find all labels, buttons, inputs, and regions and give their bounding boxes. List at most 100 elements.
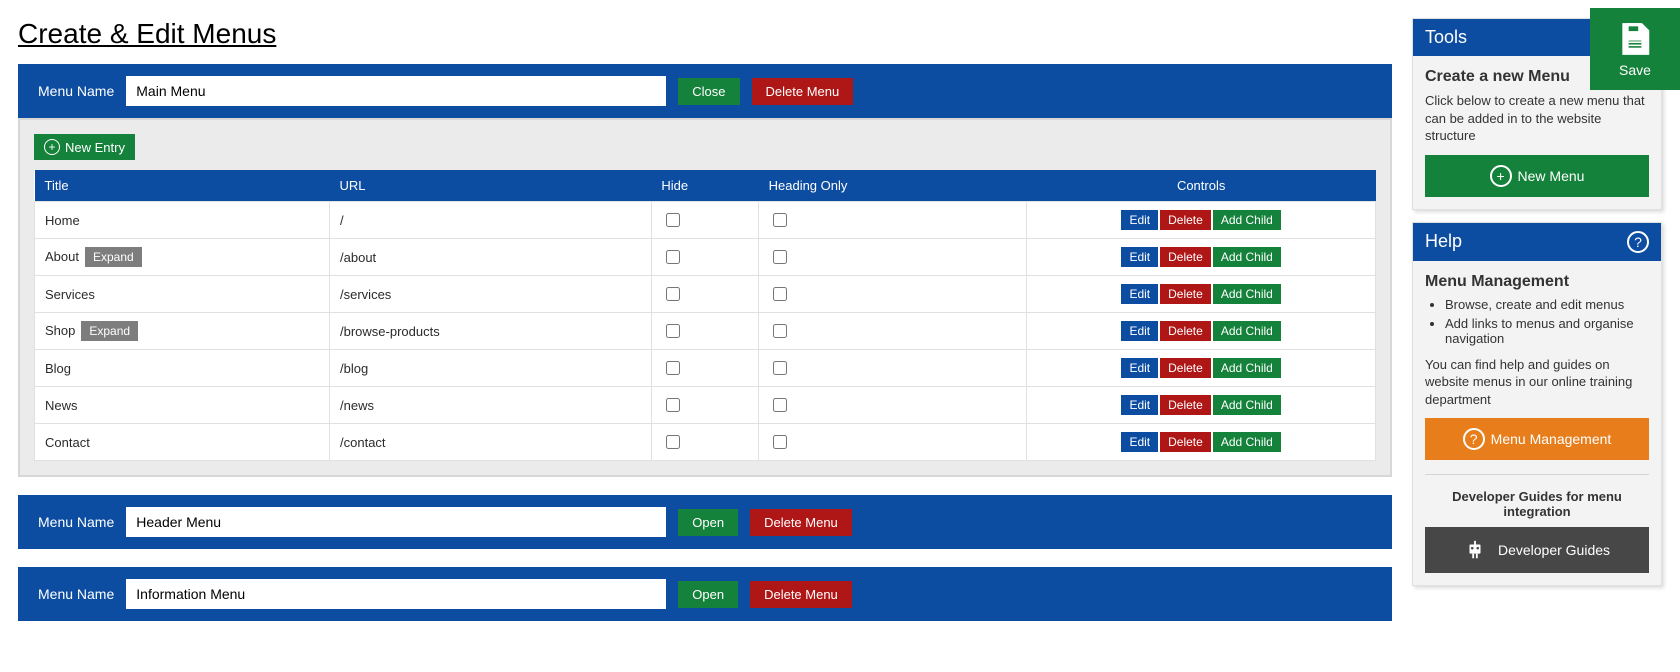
entry-heading-only-cell xyxy=(759,387,1027,424)
delete-button[interactable]: Delete xyxy=(1160,210,1211,230)
edit-button[interactable]: Edit xyxy=(1121,210,1158,230)
entry-hide-cell xyxy=(651,350,758,387)
edit-button[interactable]: Edit xyxy=(1121,247,1158,267)
menu-name-label: Menu Name xyxy=(38,514,114,530)
heading-only-checkbox[interactable] xyxy=(773,361,787,375)
help-panel: Help ? Menu Management Browse, create an… xyxy=(1412,222,1662,587)
save-button[interactable]: Save xyxy=(1590,8,1680,90)
plus-circle-icon: + xyxy=(44,139,60,155)
hide-checkbox[interactable] xyxy=(666,398,680,412)
th-controls: Controls xyxy=(1027,170,1376,202)
entry-controls: EditDeleteAdd Child xyxy=(1027,276,1376,313)
edit-button[interactable]: Edit xyxy=(1121,432,1158,452)
entry-url: /contact xyxy=(330,424,652,461)
add-child-button[interactable]: Add Child xyxy=(1213,395,1281,415)
heading-only-checkbox[interactable] xyxy=(773,250,787,264)
entry-url: /news xyxy=(330,387,652,424)
hide-checkbox[interactable] xyxy=(666,361,680,375)
question-icon: ? xyxy=(1627,231,1649,253)
delete-menu-button[interactable]: Delete Menu xyxy=(752,78,854,105)
table-row: Home / EditDeleteAdd Child xyxy=(35,202,1376,239)
menu-entries-table: Title URL Hide Heading Only Controls Hom… xyxy=(34,170,1376,461)
heading-only-checkbox[interactable] xyxy=(773,435,787,449)
entry-heading-only-cell xyxy=(759,313,1027,350)
hide-checkbox[interactable] xyxy=(666,287,680,301)
help-heading: Menu Management xyxy=(1425,273,1649,291)
add-child-button[interactable]: Add Child xyxy=(1213,284,1281,304)
open-button[interactable]: Open xyxy=(678,581,738,608)
table-row: Contact/contactEditDeleteAdd Child xyxy=(35,424,1376,461)
edit-button[interactable]: Edit xyxy=(1121,395,1158,415)
menu-name-input[interactable] xyxy=(126,76,666,106)
hide-checkbox[interactable] xyxy=(666,213,680,227)
expand-button[interactable]: Expand xyxy=(81,321,138,341)
entry-hide-cell xyxy=(651,387,758,424)
edit-button[interactable]: Edit xyxy=(1121,284,1158,304)
tools-title: Tools xyxy=(1425,27,1467,48)
entry-title: Blog xyxy=(45,361,71,376)
save-icon xyxy=(1616,20,1654,58)
help-bullets: Browse, create and edit menus Add links … xyxy=(1425,297,1649,346)
delete-button[interactable]: Delete xyxy=(1160,358,1211,378)
help-bullet: Browse, create and edit menus xyxy=(1445,297,1649,312)
page-title: Create & Edit Menus xyxy=(18,18,1392,50)
table-row: Blog/blog EditDeleteAdd Child xyxy=(35,350,1376,387)
delete-button[interactable]: Delete xyxy=(1160,284,1211,304)
add-child-button[interactable]: Add Child xyxy=(1213,321,1281,341)
entry-url: /blog xyxy=(330,350,652,387)
expand-button[interactable]: Expand xyxy=(85,247,142,267)
entry-controls: EditDeleteAdd Child xyxy=(1027,202,1376,239)
heading-only-checkbox[interactable] xyxy=(773,324,787,338)
delete-button[interactable]: Delete xyxy=(1160,432,1211,452)
close-button[interactable]: Close xyxy=(678,78,739,105)
menu-bar: Menu Name Open Delete Menu xyxy=(18,495,1392,549)
menu-management-guide-button[interactable]: ? Menu Management xyxy=(1425,418,1649,460)
delete-button[interactable]: Delete xyxy=(1160,247,1211,267)
entry-url: /about xyxy=(330,239,652,276)
hide-checkbox[interactable] xyxy=(666,435,680,449)
add-child-button[interactable]: Add Child xyxy=(1213,247,1281,267)
menu-entries-panel: + New Entry Title URL Hide Heading Only … xyxy=(18,118,1392,477)
hide-checkbox[interactable] xyxy=(666,250,680,264)
entry-title-cell: Services xyxy=(35,276,330,313)
question-icon: ? xyxy=(1463,428,1485,450)
entry-hide-cell xyxy=(651,276,758,313)
entry-url: /browse-products xyxy=(330,313,652,350)
dev-guides-label: Developer Guides xyxy=(1498,542,1610,558)
developer-guides-button[interactable]: Developer Guides xyxy=(1425,527,1649,573)
new-menu-button[interactable]: + New Menu xyxy=(1425,155,1649,197)
help-title: Help xyxy=(1425,231,1462,252)
edit-button[interactable]: Edit xyxy=(1121,358,1158,378)
delete-button[interactable]: Delete xyxy=(1160,395,1211,415)
add-child-button[interactable]: Add Child xyxy=(1213,210,1281,230)
dev-guides-heading: Developer Guides for menu integration xyxy=(1425,489,1649,519)
edit-button[interactable]: Edit xyxy=(1121,321,1158,341)
entry-url: / xyxy=(330,202,652,239)
entry-title: Home xyxy=(45,213,80,228)
new-menu-label: New Menu xyxy=(1518,168,1585,184)
delete-button[interactable]: Delete xyxy=(1160,321,1211,341)
heading-only-checkbox[interactable] xyxy=(773,287,787,301)
delete-menu-button[interactable]: Delete Menu xyxy=(750,581,852,608)
entry-controls: EditDeleteAdd Child xyxy=(1027,239,1376,276)
open-button[interactable]: Open xyxy=(678,509,738,536)
menu-name-input[interactable] xyxy=(126,579,666,609)
heading-only-checkbox[interactable] xyxy=(773,213,787,227)
hide-checkbox[interactable] xyxy=(666,324,680,338)
heading-only-checkbox[interactable] xyxy=(773,398,787,412)
entry-heading-only-cell xyxy=(759,276,1027,313)
delete-menu-button[interactable]: Delete Menu xyxy=(750,509,852,536)
add-child-button[interactable]: Add Child xyxy=(1213,432,1281,452)
add-child-button[interactable]: Add Child xyxy=(1213,358,1281,378)
entry-heading-only-cell xyxy=(759,350,1027,387)
entry-heading-only-cell xyxy=(759,239,1027,276)
th-title: Title xyxy=(35,170,330,202)
new-entry-label: New Entry xyxy=(65,140,125,155)
new-entry-button[interactable]: + New Entry xyxy=(34,134,135,160)
menu-name-input[interactable] xyxy=(126,507,666,537)
entry-hide-cell xyxy=(651,239,758,276)
entry-title: News xyxy=(45,398,78,413)
entry-controls: EditDeleteAdd Child xyxy=(1027,313,1376,350)
menu-name-label: Menu Name xyxy=(38,586,114,602)
help-text: You can find help and guides on website … xyxy=(1425,356,1649,409)
